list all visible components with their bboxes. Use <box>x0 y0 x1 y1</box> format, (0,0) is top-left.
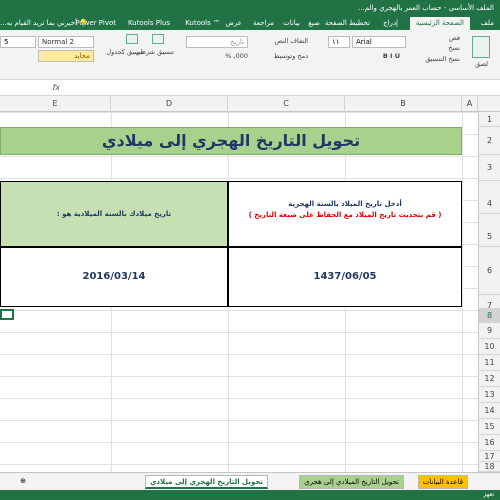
format-as-table-button[interactable]: تنسيق كجدول <box>106 48 144 56</box>
hijri-date-input-cell[interactable]: 1437/06/05 <box>228 247 462 307</box>
tell-me-search[interactable]: 💡 أخبرني بما تريد القيام به... <box>0 16 88 30</box>
paste-button[interactable]: لصق <box>475 60 488 68</box>
row-header[interactable]: 14 <box>478 403 500 419</box>
status-bar: تعهز <box>0 490 500 500</box>
row-header[interactable]: 15 <box>478 419 500 435</box>
style-normal2[interactable]: Normal 2 <box>38 36 94 48</box>
copy-button[interactable]: نسخ <box>448 44 460 52</box>
gregorian-output-label-cell[interactable]: تاريخ ميلادك بالسنة الميلادية هو : <box>0 181 228 247</box>
row-header[interactable]: 6 <box>478 247 500 295</box>
row-header[interactable]: 16 <box>478 435 500 451</box>
tab-page-layout[interactable]: تخطيط الصفحة <box>325 17 370 30</box>
sheet-tab-gregorian-to-hijri[interactable]: تحويل التاريخ الميلادي إلى هجري <box>299 475 404 489</box>
number-format-select[interactable]: تاريخ <box>186 36 248 48</box>
sheet-tab-database[interactable]: قاعدة البيانات <box>417 475 468 489</box>
fx-icon: fx <box>52 83 60 92</box>
row-header[interactable]: 4 <box>478 181 500 214</box>
column-header-c[interactable]: C <box>228 96 345 112</box>
merge-center-button[interactable]: دمج وتوسيط <box>273 52 308 60</box>
format-painter-button[interactable]: نسخ التنسيق <box>425 55 460 63</box>
column-header-b[interactable]: B <box>345 96 462 112</box>
font-name-select[interactable]: Arial <box>352 36 406 48</box>
add-sheet-button[interactable]: ⊕ <box>16 475 30 489</box>
window-title: الملف الأساسي - حساب العمر بالهجري والم.… <box>0 0 500 16</box>
tab-insert[interactable]: إدراج <box>383 17 398 30</box>
paste-icon[interactable] <box>472 36 490 58</box>
style-5[interactable]: 5 <box>0 36 36 48</box>
style-neutral[interactable]: محايد <box>38 50 94 62</box>
column-header-e[interactable]: E <box>0 96 111 112</box>
input-label-note: ( قم بتحديث تاريخ الميلاد مع الحفاظ على … <box>248 211 442 219</box>
cut-button[interactable]: قص <box>449 34 460 42</box>
active-cell-selection[interactable] <box>0 309 14 320</box>
column-header-a[interactable]: A <box>462 96 478 112</box>
wrap-text-button[interactable]: التفاف النص <box>274 37 308 45</box>
row-header[interactable]: 7 <box>478 295 500 310</box>
select-all-corner[interactable] <box>478 96 500 112</box>
lightbulb-icon: 💡 <box>79 19 88 27</box>
format-table-icon[interactable] <box>126 34 138 44</box>
tab-file[interactable]: ملف <box>481 17 494 30</box>
row-header[interactable]: 11 <box>478 355 500 371</box>
tab-home[interactable]: الصفحة الرئيسية <box>409 17 470 30</box>
ribbon-home: لصق قص نسخ نسخ التنسيق Arial ١١ B I U ال… <box>0 30 500 80</box>
font-size-select[interactable]: ١١ <box>328 36 350 48</box>
row-header[interactable]: 2 <box>478 127 500 155</box>
formula-bar[interactable]: fx <box>0 80 500 96</box>
row-header[interactable]: 1 <box>478 112 500 127</box>
row-header[interactable]: 12 <box>478 371 500 387</box>
tab-view[interactable]: عرض <box>225 17 242 30</box>
row-header[interactable]: 10 <box>478 339 500 355</box>
row-header[interactable]: 3 <box>478 155 500 181</box>
sheet-tab-hijri-to-gregorian[interactable]: تحويل التاريخ الهجري إلى ميلادي <box>145 475 268 489</box>
tab-data[interactable]: بيانات <box>283 17 300 30</box>
row-header[interactable]: 18 <box>478 462 500 472</box>
gregorian-date-output-cell[interactable]: 2016/03/14 <box>0 247 228 307</box>
sheet-tab-bar: قاعدة البيانات تحويل التاريخ الميلادي إل… <box>0 472 500 490</box>
row-header[interactable]: 13 <box>478 387 500 403</box>
row-header[interactable]: 9 <box>478 323 500 339</box>
row-header[interactable]: 5 <box>478 214 500 247</box>
tab-review[interactable]: مراجعة <box>253 17 274 30</box>
row-header-selected[interactable]: 8 <box>478 309 500 323</box>
percent-comma-buttons[interactable]: % ,000 <box>225 52 248 60</box>
input-label-primary: أدخل تاريخ الميلاد بالسنة الهجرية <box>288 200 402 208</box>
tab-kutools-plus[interactable]: Kutools Plus <box>128 17 170 30</box>
conditional-format-icon[interactable] <box>152 34 164 44</box>
tell-me-text: أخبرني بما تريد القيام به... <box>0 19 78 27</box>
tab-kutools[interactable]: Kutools ™ <box>185 17 220 30</box>
column-header-d[interactable]: D <box>111 96 228 112</box>
tab-formulas[interactable]: صيغ <box>308 17 320 30</box>
hijri-input-label-cell[interactable]: أدخل تاريخ الميلاد بالسنة الهجرية ( قم ب… <box>228 181 462 247</box>
row-header[interactable]: 17 <box>478 451 500 462</box>
sheet-title-cell[interactable]: تحويل التاريخ الهجري إلى ميلادي <box>0 127 462 155</box>
bold-italic-underline-buttons[interactable]: B I U <box>383 52 400 60</box>
grid-line <box>462 112 463 472</box>
